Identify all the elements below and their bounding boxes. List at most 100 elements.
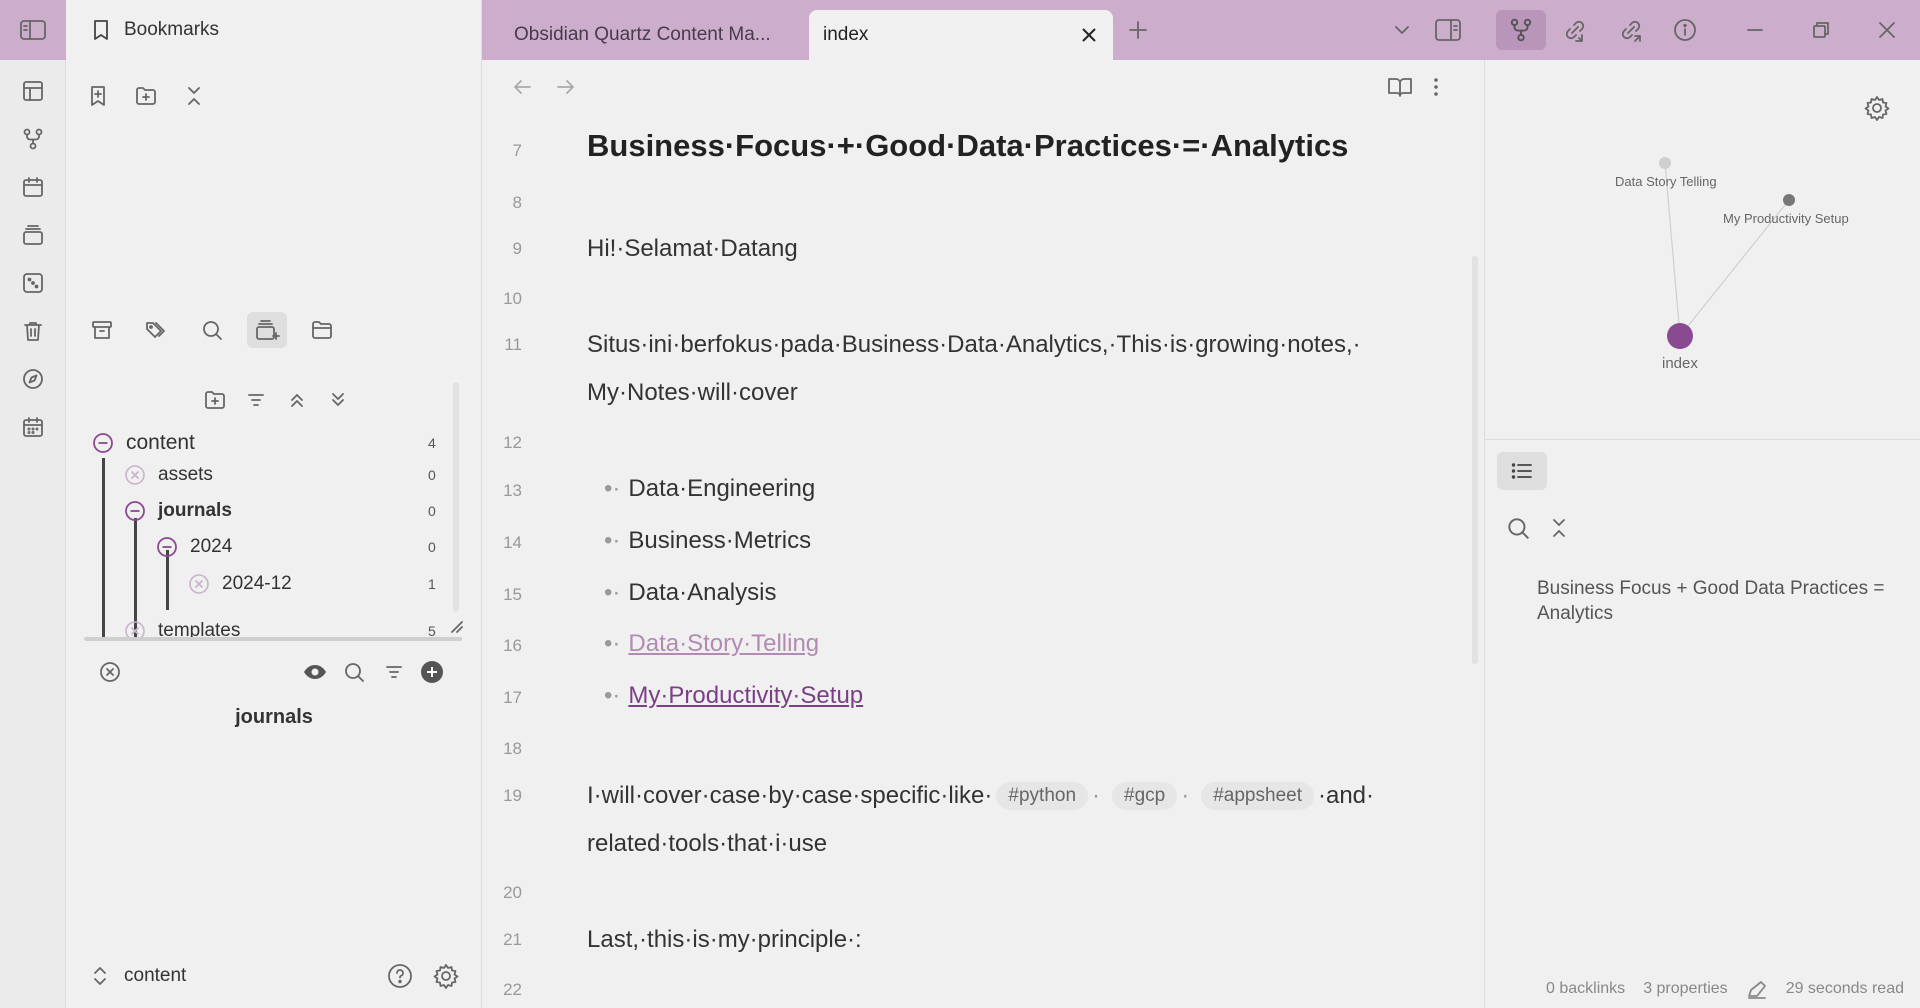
more-options-button[interactable]	[1426, 74, 1446, 100]
trash-button[interactable]	[17, 315, 49, 347]
tree-item-2024-12[interactable]: 2024-12 1	[188, 567, 442, 601]
local-graph[interactable]: Data Story Telling My Productivity Setup…	[1485, 60, 1920, 440]
bullet: •·	[604, 630, 621, 657]
tag-python[interactable]: #python	[996, 782, 1089, 810]
calendar-icon	[23, 177, 43, 197]
close-tab-button[interactable]	[1079, 25, 1099, 45]
minimize-icon	[1747, 29, 1763, 31]
editor-scrollbar[interactable]	[1472, 256, 1478, 664]
tree-item-label: journals	[158, 500, 232, 521]
add-tag-button[interactable]	[420, 660, 444, 684]
toggle-right-sidebar-button[interactable]	[1434, 17, 1462, 43]
search-tags-button[interactable]	[342, 660, 366, 684]
tab-index[interactable]: index	[809, 10, 1113, 60]
tree-item-content[interactable]: content 4	[92, 426, 442, 460]
ribbon	[0, 0, 66, 1008]
line-number: 14	[503, 533, 522, 552]
tab-list-button[interactable]	[1390, 18, 1414, 42]
graph-node-current[interactable]	[1667, 323, 1693, 349]
back-button[interactable]	[510, 74, 536, 100]
file-info-tab[interactable]	[1660, 10, 1710, 50]
dice-icon	[23, 273, 43, 293]
settings-button[interactable]	[432, 962, 460, 990]
tree-item-label: content	[126, 431, 195, 454]
tag-appsheet[interactable]: #appsheet	[1201, 782, 1314, 810]
new-bookmark-group-button[interactable]	[130, 80, 162, 112]
add-bookmark-button[interactable]	[82, 80, 114, 112]
line-number: 7	[512, 141, 522, 160]
notebook-navigator-view-button[interactable]	[247, 312, 287, 348]
help-button[interactable]	[386, 962, 414, 990]
tag-gcp[interactable]: #gcp	[1112, 782, 1178, 810]
resize-grip-icon	[451, 621, 463, 633]
outline-search-button[interactable]	[1505, 515, 1531, 541]
outline-heading-item[interactable]: Business Focus + Good Data Practices = A…	[1537, 576, 1887, 626]
vault-switcher[interactable]: content	[66, 950, 482, 1002]
tree-guide	[102, 458, 105, 641]
graph-node[interactable]	[1659, 157, 1671, 169]
clear-filter-button[interactable]	[98, 660, 122, 684]
forward-button[interactable]	[552, 74, 578, 100]
search-view-button[interactable]	[192, 312, 232, 348]
line-number: 10	[503, 289, 522, 308]
sort-tags-button[interactable]	[382, 660, 406, 684]
canvas-button[interactable]	[17, 75, 49, 107]
tree-scrollbar[interactable]	[453, 382, 459, 612]
archive-view-button[interactable]	[82, 312, 122, 348]
graph-node[interactable]	[1783, 194, 1795, 206]
folder-tree-toolbar	[199, 384, 354, 416]
random-note-button[interactable]	[17, 267, 49, 299]
git-fork-icon	[1510, 18, 1532, 42]
layout-icon	[23, 81, 43, 101]
tree-item-journals[interactable]: journals 0	[124, 494, 442, 528]
paragraph-text: I·will·cover·case·by·case·specific·like·	[587, 782, 993, 809]
paragraph-text: ·and·	[1317, 782, 1375, 809]
edit-mode-button[interactable]	[1746, 979, 1768, 999]
unresolved-link[interactable]: Data·Story·Telling	[628, 630, 819, 657]
explore-button[interactable]	[17, 363, 49, 395]
sidebar-toggle-button[interactable]	[0, 0, 66, 60]
backlinks-count[interactable]: 0 backlinks	[1546, 980, 1625, 998]
minimize-button[interactable]	[1730, 10, 1780, 50]
reading-view-button[interactable]	[1386, 74, 1414, 100]
collapse-all-button[interactable]	[281, 384, 313, 416]
close-window-button[interactable]	[1862, 10, 1912, 50]
file-explorer-view-button[interactable]	[302, 312, 342, 348]
tree-item-assets[interactable]: assets 0	[124, 458, 442, 492]
line-number: 19	[503, 786, 522, 805]
calendar-view-button[interactable]	[17, 411, 49, 443]
right-sidebar-header	[1484, 0, 1920, 60]
local-graph-tab[interactable]	[1496, 10, 1546, 50]
tree-item-2024[interactable]: 2024 0	[156, 530, 442, 564]
tags-view-button[interactable]	[137, 312, 177, 348]
graph-view-button[interactable]	[17, 123, 49, 155]
pencil-icon	[1747, 981, 1766, 999]
new-tab-button[interactable]	[1126, 18, 1150, 42]
more-vertical-icon	[1434, 78, 1438, 96]
outgoing-links-tab[interactable]	[1606, 10, 1656, 50]
new-folder-button[interactable]	[199, 384, 231, 416]
resize-handle[interactable]	[450, 620, 464, 634]
arrow-right-icon	[557, 80, 574, 94]
outline-collapse-button[interactable]	[1547, 515, 1571, 541]
editor-actions	[1386, 74, 1446, 100]
properties-count[interactable]: 3 properties	[1643, 980, 1728, 998]
backlinks-tab[interactable]	[1550, 10, 1600, 50]
tree-item-count: 0	[428, 539, 436, 555]
sort-button[interactable]	[240, 384, 272, 416]
tab-obsidian-quartz[interactable]: Obsidian Quartz Content Ma...	[500, 10, 820, 60]
folder-plus-icon	[205, 391, 225, 409]
graph-node-label: index	[1662, 355, 1698, 372]
internal-link[interactable]: My·Productivity·Setup	[628, 682, 863, 709]
bullet: •·	[604, 527, 621, 554]
compass-icon	[23, 369, 43, 389]
toggle-visibility-button[interactable]	[302, 660, 328, 684]
templates-button[interactable]	[17, 219, 49, 251]
pane-divider[interactable]	[84, 637, 462, 641]
collapse-bookmarks-button[interactable]	[178, 80, 210, 112]
restore-button[interactable]	[1796, 10, 1846, 50]
expand-all-button[interactable]	[322, 384, 354, 416]
daily-note-button[interactable]	[17, 171, 49, 203]
chevrons-up-icon	[291, 394, 303, 407]
outline-tab[interactable]	[1497, 452, 1547, 490]
